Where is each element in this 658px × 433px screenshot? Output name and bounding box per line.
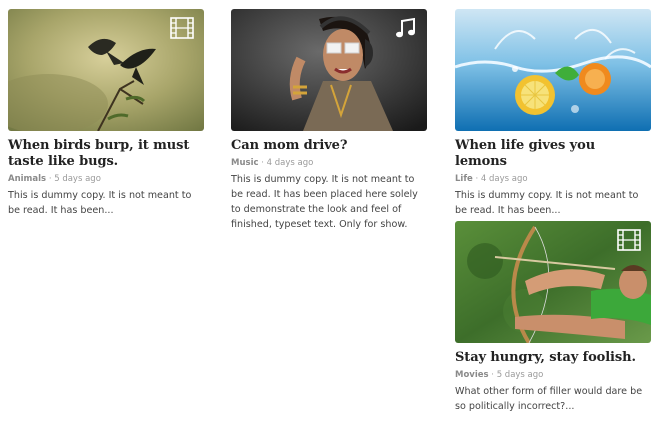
post-meta: Animals · 5 days ago — [8, 174, 204, 185]
film-icon — [170, 17, 194, 39]
post-thumbnail-birds[interactable] — [8, 9, 204, 131]
post-category[interactable]: Life — [455, 174, 473, 184]
post-title[interactable]: When birds burp, it must taste like bugs… — [8, 138, 204, 170]
post-card: When birds burp, it must taste like bugs… — [8, 9, 204, 218]
post-excerpt: This is dummy copy. It is not meant to b… — [231, 174, 418, 230]
post-excerpt: What other form of filler would dare be … — [455, 386, 643, 412]
post-time: 5 days ago — [496, 370, 544, 380]
post-excerpt: This is dummy copy. It is not meant to b… — [8, 190, 192, 216]
fruit-splash-photo — [455, 9, 651, 131]
meta-separator: · — [48, 174, 52, 184]
post-title[interactable]: Stay hungry, stay foolish. — [455, 350, 651, 366]
music-note-icon — [396, 17, 415, 38]
post-card: Can mom drive? Music · 4 days ago This i… — [231, 9, 427, 232]
post-title[interactable]: Can mom drive? — [231, 138, 427, 154]
post-time: 5 days ago — [54, 174, 101, 184]
post-category[interactable]: Music — [231, 158, 259, 168]
post-meta: Life · 4 days ago — [455, 174, 651, 185]
post-time: 4 days ago — [266, 158, 314, 168]
post-category[interactable]: Movies — [455, 370, 489, 380]
meta-separator: · — [475, 174, 479, 184]
post-excerpt: This is dummy copy. It is not meant to b… — [455, 190, 639, 216]
post-title[interactable]: When life gives you lemons — [455, 138, 651, 170]
post-meta: Movies · 5 days ago — [455, 370, 651, 381]
post-card: Stay hungry, stay foolish. Movies · 5 da… — [455, 221, 651, 414]
meta-separator: · — [261, 158, 264, 168]
post-thumbnail-lemons[interactable] — [455, 9, 651, 131]
post-category[interactable]: Animals — [8, 174, 46, 184]
post-thumbnail-archery[interactable] — [455, 221, 651, 343]
post-time: 4 days ago — [480, 174, 528, 184]
meta-separator: · — [491, 370, 494, 380]
post-thumbnail-music[interactable] — [231, 9, 427, 131]
post-meta: Music · 4 days ago — [231, 158, 427, 169]
post-card: When life gives you lemons Life · 4 days… — [455, 9, 651, 218]
film-icon — [617, 229, 641, 251]
